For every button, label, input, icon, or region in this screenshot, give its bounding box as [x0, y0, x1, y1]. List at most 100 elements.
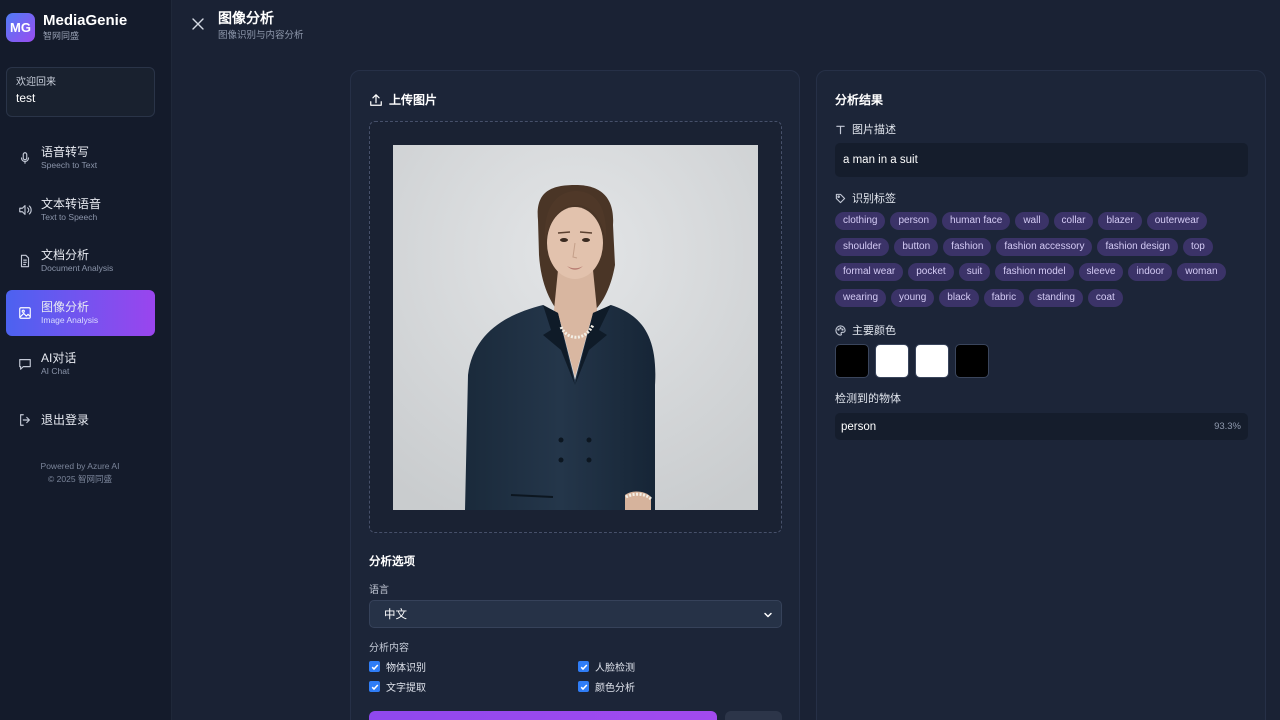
checkbox-checked-icon — [369, 661, 380, 672]
checkbox-checked-icon — [369, 681, 380, 692]
tag-chip: young — [891, 288, 935, 307]
tag-chip: coat — [1087, 288, 1123, 307]
upload-panel: 上传图片 分析选项 语言 中文 分析内容 物体识别 人脸检测 文字提取 颜色分析 — [350, 70, 800, 720]
analyze-button[interactable] — [369, 711, 717, 720]
results-panel: 分析结果 图片描述 a man in a suit 识别标签 clothing p… — [816, 70, 1266, 720]
tag-chip: fashion model — [995, 263, 1074, 281]
content-label: 分析内容 — [369, 643, 409, 654]
image-description: a man in a suit — [835, 143, 1248, 177]
checkbox-checked-icon — [578, 661, 589, 672]
sidebar-item-ai-chat[interactable]: AI对话 AI Chat — [6, 341, 155, 387]
options-title: 分析选项 — [369, 556, 415, 568]
logout-icon — [18, 413, 32, 427]
sidebar-item-subtitle: AI Chat — [41, 366, 70, 376]
checkbox-label: 人脸检测 — [595, 663, 635, 674]
brand: MG MediaGenie 智网同盛 — [6, 12, 127, 42]
color-swatch — [875, 344, 909, 378]
tag-chip: fashion accessory — [996, 237, 1093, 256]
sidebar-nav: 语音转写 Speech to Text 文本转语音 Text to Speech… — [6, 135, 155, 393]
sidebar-item-title: 文档分析 — [41, 248, 90, 262]
app-subtitle: 智网同盛 — [43, 31, 80, 41]
checkbox-color-analysis[interactable]: 颜色分析 — [578, 679, 635, 694]
tag-chip: human face — [942, 212, 1011, 230]
welcome-label: 欢迎回来 — [16, 77, 56, 88]
colors-heading: 主要颜色 — [835, 322, 896, 338]
detected-object-row: person 93.3% — [835, 413, 1248, 440]
close-icon — [192, 18, 204, 30]
sidebar-item-subtitle: Image Analysis — [41, 314, 99, 325]
color-swatches — [835, 344, 995, 378]
close-button[interactable] — [188, 14, 208, 34]
tag-chip: shoulder — [835, 237, 890, 256]
upload-heading: 上传图片 — [369, 91, 437, 108]
tag-chip: sleeve — [1078, 263, 1124, 281]
page-subtitle: 图像识别与内容分析 — [218, 30, 304, 41]
checkbox-label: 文字提取 — [386, 683, 426, 694]
sidebar-item-title: AI对话 — [41, 351, 77, 365]
app-name: MediaGenie — [43, 12, 128, 29]
sidebar-item-subtitle: Speech to Text — [41, 160, 98, 170]
tag-chip: clothing — [835, 212, 886, 230]
sidebar-item-image-analysis[interactable]: 图像分析 Image Analysis — [6, 289, 155, 336]
description-heading: 图片描述 — [835, 121, 896, 137]
detected-object-name: person — [841, 420, 877, 433]
sidebar-item-text-to-speech[interactable]: 文本转语音 Text to Speech — [6, 187, 155, 233]
secondary-button[interactable] — [725, 711, 782, 720]
language-label: 语言 — [369, 585, 389, 596]
sidebar-item-subtitle: Document Analysis — [41, 263, 114, 273]
language-select[interactable]: 中文 — [369, 600, 782, 628]
chevron-down-icon — [764, 612, 772, 618]
tag-chip: pocket — [908, 263, 954, 281]
tag-chip: standing — [1029, 288, 1083, 307]
footer-powered-by: Powered by Azure AI — [40, 461, 120, 471]
welcome-user: test — [16, 91, 36, 105]
colors-label: 主要颜色 — [852, 325, 896, 337]
sidebar: MG MediaGenie 智网同盛 欢迎回来 test 语音转写 Speech… — [0, 0, 172, 720]
tag-chip: woman — [1177, 263, 1226, 281]
speaker-icon — [18, 203, 32, 217]
microphone-icon — [18, 151, 32, 165]
results-title: 分析结果 — [835, 93, 884, 107]
tag-chip: fashion — [943, 237, 992, 256]
description-label: 图片描述 — [852, 124, 896, 136]
color-swatch — [835, 344, 869, 378]
tag-list: clothing person human face wall collar blazer… — [835, 212, 1251, 314]
sidebar-item-speech-to-text[interactable]: 语音转写 Speech to Text — [6, 135, 155, 181]
sidebar-item-title: 语音转写 — [41, 145, 90, 159]
upload-icon — [370, 93, 382, 106]
sidebar-item-title: 文本转语音 — [41, 196, 102, 211]
uploaded-image — [393, 145, 758, 510]
sidebar-footer: Powered by Azure AI © 2025 智网同盛 — [0, 460, 160, 486]
tag-chip: black — [939, 288, 979, 307]
tags-heading: 识别标签 — [835, 190, 896, 206]
tag-chip: outerwear — [1146, 212, 1208, 230]
sidebar-item-title: 图像分析 — [41, 299, 90, 314]
upload-title: 上传图片 — [389, 93, 438, 107]
tag-chip: indoor — [1128, 263, 1173, 281]
tag-chip: blazer — [1098, 212, 1142, 230]
checkbox-text-extraction[interactable]: 文字提取 — [369, 679, 426, 694]
checkbox-face-detection[interactable]: 人脸检测 — [578, 659, 635, 674]
image-icon — [18, 306, 32, 320]
checkbox-object-detection[interactable]: 物体识别 — [369, 659, 426, 674]
checkbox-checked-icon — [578, 681, 589, 692]
tag-chip: suit — [958, 263, 991, 281]
text-icon — [836, 125, 845, 134]
sidebar-item-subtitle: Text to Speech — [41, 211, 98, 222]
document-icon — [18, 254, 32, 268]
brand-logo: MG — [6, 12, 35, 42]
palette-icon — [835, 324, 846, 336]
tag-chip: collar — [1053, 212, 1094, 230]
color-swatch — [955, 344, 989, 378]
logout-button[interactable]: 退出登录 — [6, 407, 155, 433]
checkbox-label: 物体识别 — [386, 663, 426, 674]
sidebar-item-document-analysis[interactable]: 文档分析 Document Analysis — [6, 238, 155, 284]
page-title: 图像分析 — [218, 10, 274, 26]
color-swatch — [915, 344, 949, 378]
tag-chip: button — [894, 237, 939, 256]
detected-objects-title: 检测到的物体 — [835, 393, 901, 405]
language-value: 中文 — [384, 609, 407, 621]
tags-label: 识别标签 — [852, 193, 896, 205]
image-dropzone[interactable] — [369, 121, 782, 533]
tag-chip: wall — [1015, 212, 1049, 230]
